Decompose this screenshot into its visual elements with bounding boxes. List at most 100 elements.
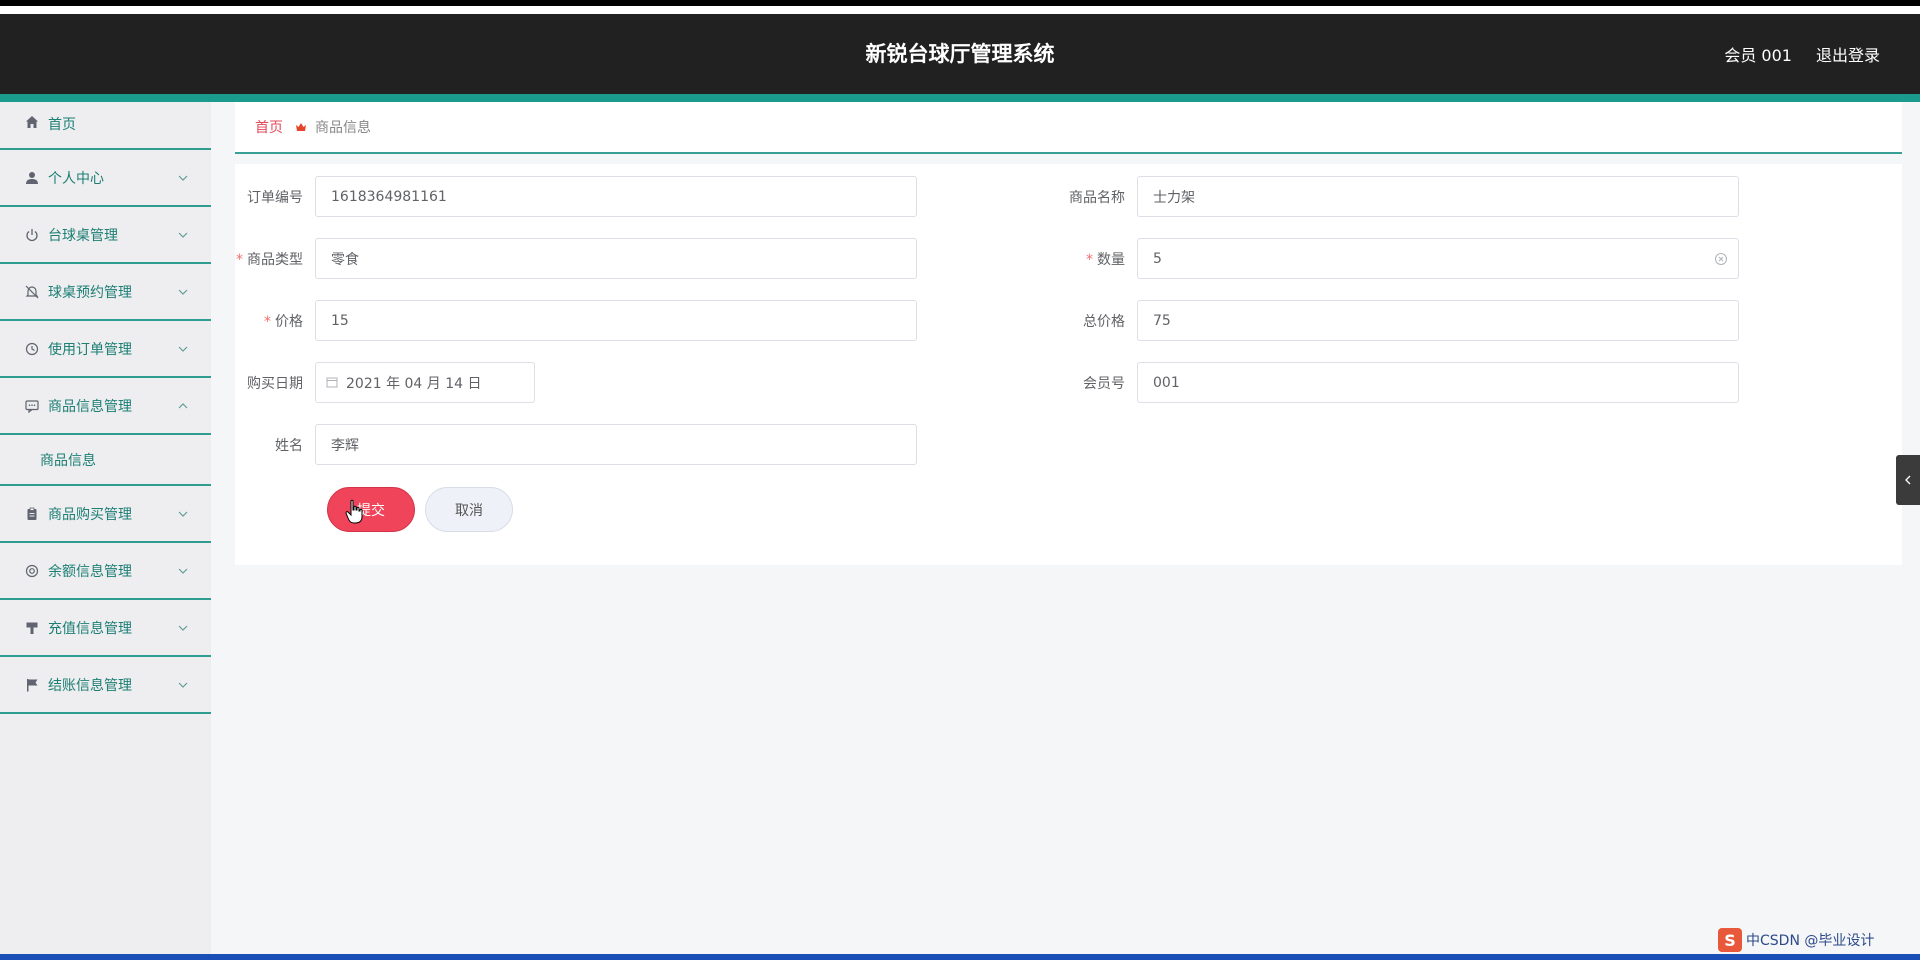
member-no-field[interactable] <box>1137 362 1739 403</box>
purchase-date-label: 购买日期 <box>247 375 303 392</box>
required-mark: * <box>264 313 271 330</box>
user-label: 会员 001 <box>1724 46 1792 65</box>
chevron-left-icon <box>1905 475 1911 485</box>
sidebar-item-tables[interactable]: 台球桌管理 <box>0 207 211 264</box>
top-border-light <box>0 6 1920 14</box>
sidebar-item-purchases[interactable]: 商品购买管理 <box>0 486 211 543</box>
chat-icon <box>24 398 40 414</box>
ime-toolbar: S 中CSDN @毕业设计 <box>1718 926 1920 954</box>
flag-icon <box>24 677 40 693</box>
clock-icon <box>24 341 40 357</box>
sidebar-item-personal[interactable]: 个人中心 <box>0 150 211 207</box>
home-icon <box>24 114 40 130</box>
form-row-quantity: * 数量 <box>1057 238 1739 279</box>
member-no-label: 会员号 <box>1083 375 1125 392</box>
sidebar-item-reservations[interactable]: 球桌预约管理 <box>0 264 211 321</box>
chevron-down-icon <box>178 346 188 352</box>
hand-cursor-icon <box>345 499 363 524</box>
required-mark: * <box>236 251 243 268</box>
sidebar-item-label: 商品信息管理 <box>48 398 132 415</box>
chevron-down-icon <box>178 625 188 631</box>
user-icon <box>24 170 40 186</box>
purchase-date-value: 2021 年 04 月 14 日 <box>346 375 482 392</box>
sidebar-item-products[interactable]: 商品信息管理 <box>0 378 211 435</box>
submit-button[interactable]: 提交 <box>327 487 415 532</box>
header-user-area: 会员 001 退出登录 <box>1724 14 1880 94</box>
quantity-field[interactable] <box>1137 238 1739 279</box>
bell-off-icon <box>24 284 40 300</box>
order-no-label: 订单编号 <box>247 189 303 206</box>
quantity-label: * 数量 <box>1057 249 1137 269</box>
sidebar-item-orders[interactable]: 使用订单管理 <box>0 321 211 378</box>
total-price-label: 总价格 <box>1083 313 1125 330</box>
form-row-total-price: 总价格 <box>1057 300 1739 341</box>
logout-link[interactable]: 退出登录 <box>1816 42 1880 66</box>
ime-text: 中CSDN @毕业设计 <box>1746 933 1875 949</box>
order-no-field[interactable] <box>315 176 917 217</box>
required-mark: * <box>1086 251 1093 268</box>
total-price-input[interactable] <box>1153 301 1723 340</box>
breadcrumb-home-link[interactable]: 首页 <box>255 117 283 137</box>
collapse-tab[interactable] <box>1896 455 1920 505</box>
total-price-field[interactable] <box>1137 300 1739 341</box>
sidebar-item-balance[interactable]: 余额信息管理 <box>0 543 211 600</box>
app-title: 新锐台球厅管理系统 <box>865 42 1055 66</box>
chevron-down-icon <box>178 568 188 574</box>
sidebar-item-label: 个人中心 <box>48 170 104 187</box>
chevron-down-icon <box>178 682 188 688</box>
form-row-price: * 价格 <box>235 300 917 341</box>
product-type-field[interactable] <box>315 238 917 279</box>
sidebar-item-label: 充值信息管理 <box>48 620 132 637</box>
power-icon <box>24 227 40 243</box>
product-name-input[interactable] <box>1153 177 1723 216</box>
product-type-label-text: 商品类型 <box>247 251 303 268</box>
product-name-label: 商品名称 <box>1069 189 1125 206</box>
quantity-label-text: 数量 <box>1097 251 1125 268</box>
price-input[interactable] <box>331 301 901 340</box>
purchase-date-picker[interactable]: 2021 年 04 月 14 日 <box>315 362 535 403</box>
sidebar-item-label: 台球桌管理 <box>48 227 118 244</box>
chevron-down-icon <box>178 175 188 181</box>
submenu-item-product-info[interactable]: 商品信息 <box>0 435 211 486</box>
lifebuoy-icon <box>24 563 40 579</box>
form-row-purchase-date: 购买日期 2021 年 04 月 14 日 <box>235 362 535 403</box>
header-accent-bar <box>0 94 1920 102</box>
sidebar-item-label: 球桌预约管理 <box>48 284 132 301</box>
breadcrumb: 首页 商品信息 <box>235 102 1902 154</box>
product-name-field[interactable] <box>1137 176 1739 217</box>
sidebar-item-home[interactable]: 首页 <box>0 102 211 150</box>
price-label-text: 价格 <box>275 313 303 330</box>
product-type-input[interactable] <box>331 239 901 278</box>
calendar-icon <box>326 376 340 390</box>
name-field[interactable] <box>315 424 917 465</box>
order-no-input[interactable] <box>331 177 901 216</box>
cancel-button[interactable]: 取消 <box>425 487 513 532</box>
sidebar-item-checkout[interactable]: 结账信息管理 <box>0 657 211 714</box>
form-row-product-type: * 商品类型 <box>235 238 917 279</box>
sidebar-item-label: 使用订单管理 <box>48 341 132 358</box>
member-no-input[interactable] <box>1153 363 1723 402</box>
name-input[interactable] <box>331 425 901 464</box>
sidebar-item-label: 首页 <box>48 117 76 133</box>
price-field[interactable] <box>315 300 917 341</box>
chevron-down-icon <box>178 511 188 517</box>
form-row-product-name: 商品名称 <box>1057 176 1739 217</box>
sidebar-item-label: 结账信息管理 <box>48 677 132 694</box>
crown-icon <box>295 121 307 133</box>
sidebar-item-label: 余额信息管理 <box>48 563 132 580</box>
form-row-order-no: 订单编号 <box>235 176 917 217</box>
clear-icon[interactable] <box>1714 252 1728 266</box>
form-row-name: 姓名 <box>235 424 917 465</box>
chevron-down-icon <box>178 289 188 295</box>
sidebar-item-label: 商品购买管理 <box>48 506 132 523</box>
clipboard-icon <box>24 506 40 522</box>
brush-icon <box>24 620 40 636</box>
quantity-input[interactable] <box>1153 239 1723 278</box>
app-frame: 新锐台球厅管理系统 会员 001 退出登录 首页 个人中心 台球桌管理 球桌预约… <box>0 0 1920 960</box>
sidebar-item-recharge[interactable]: 充值信息管理 <box>0 600 211 657</box>
breadcrumb-current: 商品信息 <box>315 120 371 136</box>
product-type-label: * 商品类型 <box>235 249 315 269</box>
sogou-logo-icon: S <box>1718 928 1742 952</box>
chevron-up-icon <box>178 402 188 408</box>
bottom-border <box>0 954 1920 960</box>
